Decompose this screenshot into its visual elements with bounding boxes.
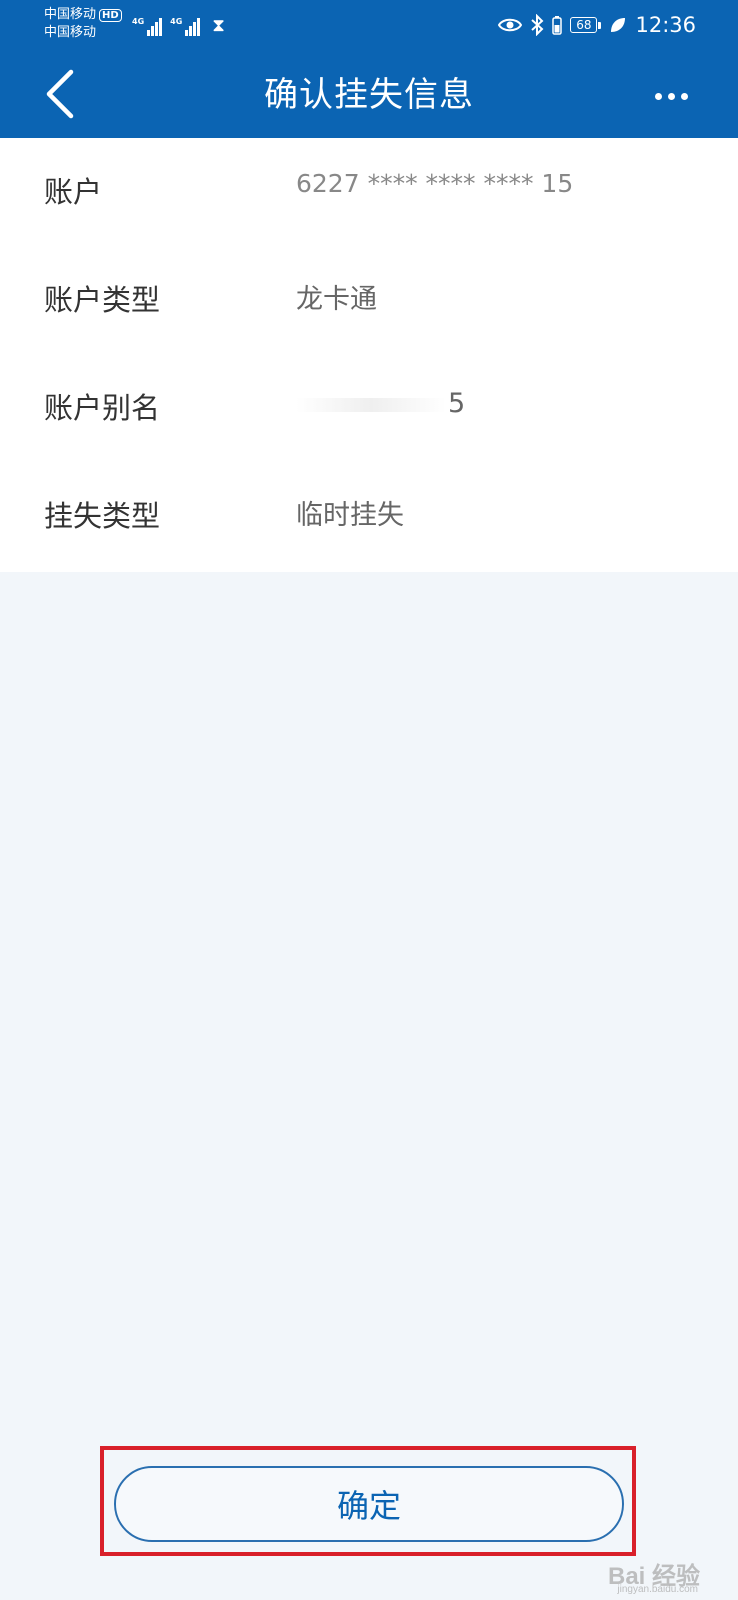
network-type-2: 4G (170, 17, 183, 26)
info-card: 账户 6227 **** **** **** 15 账户类型 龙卡通 账户别名 … (0, 138, 738, 572)
signal-1-icon: 4G (132, 17, 163, 36)
carrier-info: 中国移动 HD 中国移动 (44, 6, 122, 42)
baidu-watermark-url: jingyan.baidu.com (617, 1584, 698, 1595)
bluetooth-icon (531, 14, 544, 36)
leaf-icon (611, 18, 626, 32)
carrier-name-2: 中国移动 (44, 25, 97, 40)
status-right: 68 12:36 (498, 10, 696, 40)
alias-visible-part: 5 (448, 388, 466, 419)
info-label: 账户别名 (44, 391, 161, 425)
hourglass-icon: ⧗ (212, 15, 225, 36)
more-horizontal-icon (654, 92, 662, 100)
signal-indicators: 4G 4G ⧗ (132, 12, 225, 36)
highlight-box: 确定 (100, 1446, 636, 1556)
signal-2-icon: 4G (170, 17, 201, 36)
info-label: 账户类型 (44, 283, 161, 317)
info-value: 临时挂失 (296, 500, 404, 531)
info-label: 账户 (44, 175, 103, 209)
app-header: 中国移动 HD 中国移动 4G 4G ⧗ 68 12:36 确认挂失信息 (0, 0, 738, 138)
info-row-account-type: 账户类型 龙卡通 (0, 246, 738, 354)
info-value: 龙卡通 (296, 284, 377, 315)
hd-badge: HD (99, 9, 122, 22)
battery-saver-icon (552, 16, 562, 35)
network-type-1: 4G (132, 17, 145, 26)
battery-level: 68 (570, 17, 602, 33)
page-title: 确认挂失信息 (264, 75, 474, 115)
confirm-button[interactable]: 确定 (114, 1466, 624, 1542)
masked-text (296, 397, 446, 412)
more-dot (680, 92, 688, 100)
more-button[interactable] (646, 78, 696, 114)
info-value-alias: 5 (296, 350, 465, 458)
info-row-loss-type: 挂失类型 临时挂失 (0, 462, 738, 570)
info-label: 挂失类型 (44, 499, 161, 533)
info-row-account-alias: 账户别名 5 (0, 354, 738, 462)
nav-bar: 确认挂失信息 (0, 58, 738, 132)
status-time: 12:36 (635, 13, 696, 37)
status-bar: 中国移动 HD 中国移动 4G 4G ⧗ 68 12:36 (0, 0, 738, 50)
more-dot (667, 92, 675, 100)
carrier-name-1: 中国移动 (44, 7, 97, 22)
info-row-account: 账户 6227 **** **** **** 15 (0, 138, 738, 246)
info-value-account: 6227 **** **** **** 15 (296, 169, 574, 198)
eye-icon (498, 18, 523, 32)
